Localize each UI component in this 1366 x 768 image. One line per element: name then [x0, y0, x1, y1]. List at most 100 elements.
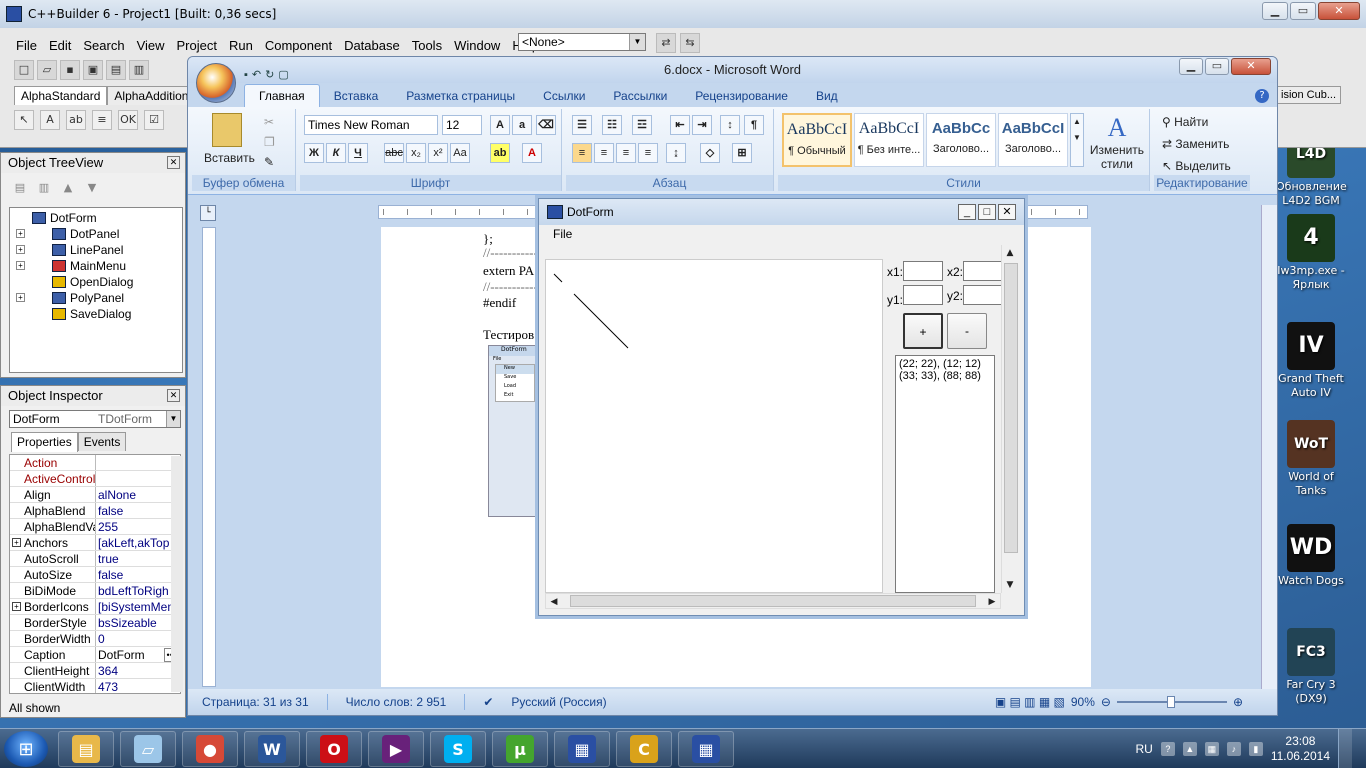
property-value[interactable]: DotForm•••	[96, 647, 180, 662]
maximize-button[interactable]: ▭	[1290, 2, 1316, 20]
open-project-icon[interactable]: ▤	[106, 60, 126, 80]
scroll-up-icon[interactable]: ▲	[1002, 245, 1018, 261]
expand-icon[interactable]: +	[12, 602, 21, 611]
decrease-indent-icon[interactable]: ⇤	[670, 115, 690, 135]
close-icon[interactable]: ✕	[167, 156, 180, 169]
print-preview-icon[interactable]: ▢	[278, 62, 288, 88]
menu-view[interactable]: View	[131, 38, 171, 53]
style-preset[interactable]: AaBbCc Заголово...	[926, 113, 996, 167]
word-count[interactable]: Число слов: 2 951	[346, 695, 447, 709]
taskbar-cbuilder[interactable]: C	[616, 731, 672, 767]
tree-item[interactable]: + PolyPanel	[10, 290, 182, 306]
grow-font-icon[interactable]: A	[490, 115, 510, 135]
taskbar-notes[interactable]: ▱	[120, 731, 176, 767]
desktop-icon[interactable]: WD Watch Dogs	[1276, 524, 1346, 588]
bullets-icon[interactable]: ☰	[572, 115, 592, 135]
style-gallery-scroll[interactable]: ▲ ▼	[1070, 113, 1084, 167]
dotform-vscrollbar[interactable]: ▲ ▼	[1001, 245, 1019, 593]
expand-icon[interactable]: +	[16, 293, 25, 302]
change-case-icon[interactable]: Aa	[450, 143, 470, 163]
tree-item[interactable]: SaveDialog	[10, 306, 182, 322]
property-value[interactable]: [biSystemMen	[96, 599, 180, 614]
ribbon-tab-4[interactable]: Рассылки	[599, 85, 681, 107]
superscript-icon[interactable]: x²	[428, 143, 448, 163]
clear-format-icon[interactable]: ⌫	[536, 115, 556, 135]
taskbar-project-app[interactable]: ▦	[678, 731, 734, 767]
property-value[interactable]: true	[96, 551, 180, 566]
maximize-button[interactable]: ▭	[1205, 58, 1229, 75]
bold-icon[interactable]: Ж	[304, 143, 324, 163]
property-row[interactable]: Caption DotForm•••	[10, 647, 180, 663]
language[interactable]: Русский (Россия)	[511, 695, 606, 709]
property-row[interactable]: Align alNone	[10, 487, 180, 503]
palette-tab-0[interactable]: AlphaStandard	[14, 86, 108, 105]
tab-selector[interactable]: └	[200, 205, 216, 221]
add-file-icon[interactable]: ▥	[129, 60, 149, 80]
property-value[interactable]: [akLeft,akTop	[96, 535, 180, 550]
pointer-icon[interactable]: ↖	[14, 110, 34, 130]
menu-search[interactable]: Search	[77, 38, 130, 53]
volume-icon[interactable]: ♪	[1226, 742, 1241, 756]
dotform-hscrollbar[interactable]: ◀ ▶	[545, 593, 1001, 609]
replace-button[interactable]: ⇄ Заменить	[1162, 137, 1229, 151]
zoom-level[interactable]: 90%	[1071, 695, 1095, 709]
property-value[interactable]: 364	[96, 663, 180, 678]
taskbar-dotform-app[interactable]: ▦	[554, 731, 610, 767]
minimize-button[interactable]: _	[958, 204, 976, 220]
property-value[interactable]	[96, 471, 180, 486]
change-styles-button[interactable]: A Изменить стили	[1088, 113, 1146, 171]
ribbon-tab-1[interactable]: Вставка	[320, 85, 393, 107]
italic-icon[interactable]: К	[326, 143, 346, 163]
tree-item[interactable]: + LinePanel	[10, 242, 182, 258]
shading-icon[interactable]: ◇	[700, 143, 720, 163]
desktop-icon[interactable]: FC3 Far Cry 3 (DX9)	[1276, 628, 1346, 706]
menu-project[interactable]: Project	[171, 38, 223, 53]
tab-events[interactable]: Events	[77, 432, 127, 451]
select-button[interactable]: ↖ Выделить	[1162, 159, 1231, 173]
line-spacing-icon[interactable]: ↨	[666, 143, 686, 163]
save-icon[interactable]: ▪	[244, 62, 248, 88]
close-button[interactable]: ✕	[998, 204, 1016, 220]
menu-file[interactable]: File	[553, 227, 572, 241]
minimize-button[interactable]: ▁	[1262, 2, 1288, 20]
vertical-ruler[interactable]	[202, 227, 216, 687]
tree-item[interactable]: DotForm	[10, 210, 182, 226]
taskbar-opera[interactable]: O	[306, 731, 362, 767]
style-preset[interactable]: AaBbCcI Заголово...	[998, 113, 1068, 167]
drawing-canvas[interactable]	[545, 259, 883, 593]
property-row[interactable]: BorderStyle bsSizeable	[10, 615, 180, 631]
menu-file[interactable]: File	[10, 38, 43, 53]
dotform-vscroll-thumb[interactable]	[1004, 263, 1018, 553]
property-value[interactable]: 0	[96, 631, 180, 646]
ribbon-tab-3[interactable]: Ссылки	[529, 85, 599, 107]
taskbar-chrome[interactable]: ●	[182, 731, 238, 767]
label-component-icon[interactable]: A	[40, 110, 60, 130]
tree-item[interactable]: OpenDialog	[10, 274, 182, 290]
property-row[interactable]: ClientHeight 364	[10, 663, 180, 679]
inspector-scrollbar[interactable]	[171, 456, 183, 692]
expand-icon[interactable]: +	[16, 229, 25, 238]
tree-item[interactable]: + DotPanel	[10, 226, 182, 242]
borders-icon[interactable]: ⊞	[732, 143, 752, 163]
save-icon[interactable]: ▪	[60, 60, 80, 80]
new-file-icon[interactable]: □	[14, 60, 34, 80]
menu-component[interactable]: Component	[259, 38, 338, 53]
chevron-down-icon[interactable]: ▼	[629, 34, 645, 50]
checkbox-component-icon[interactable]: ☑	[144, 110, 164, 130]
strikethrough-icon[interactable]: abc	[384, 143, 404, 163]
zoom-out-icon[interactable]: ⊖	[1101, 695, 1111, 709]
battery-icon[interactable]: ▮	[1248, 742, 1263, 756]
close-icon[interactable]: ✕	[167, 389, 180, 402]
menu-run[interactable]: Run	[223, 38, 259, 53]
numbering-icon[interactable]: ☷	[602, 115, 622, 135]
y1-input[interactable]	[903, 285, 943, 305]
property-value[interactable]: false	[96, 503, 180, 518]
dotform-hscroll-thumb[interactable]	[570, 595, 976, 607]
open-folder-icon[interactable]: ▱	[37, 60, 57, 80]
expand-icon[interactable]: +	[16, 245, 25, 254]
object-selector[interactable]: DotForm TDotForm ▼	[9, 410, 181, 428]
points-list[interactable]: (22; 22), (12; 12) (33; 33), (88; 88)	[895, 355, 995, 593]
align-right-icon[interactable]: ≡	[616, 143, 636, 163]
config-combo[interactable]: <None> ▼	[518, 33, 646, 51]
taskbar-word[interactable]: W	[244, 731, 300, 767]
